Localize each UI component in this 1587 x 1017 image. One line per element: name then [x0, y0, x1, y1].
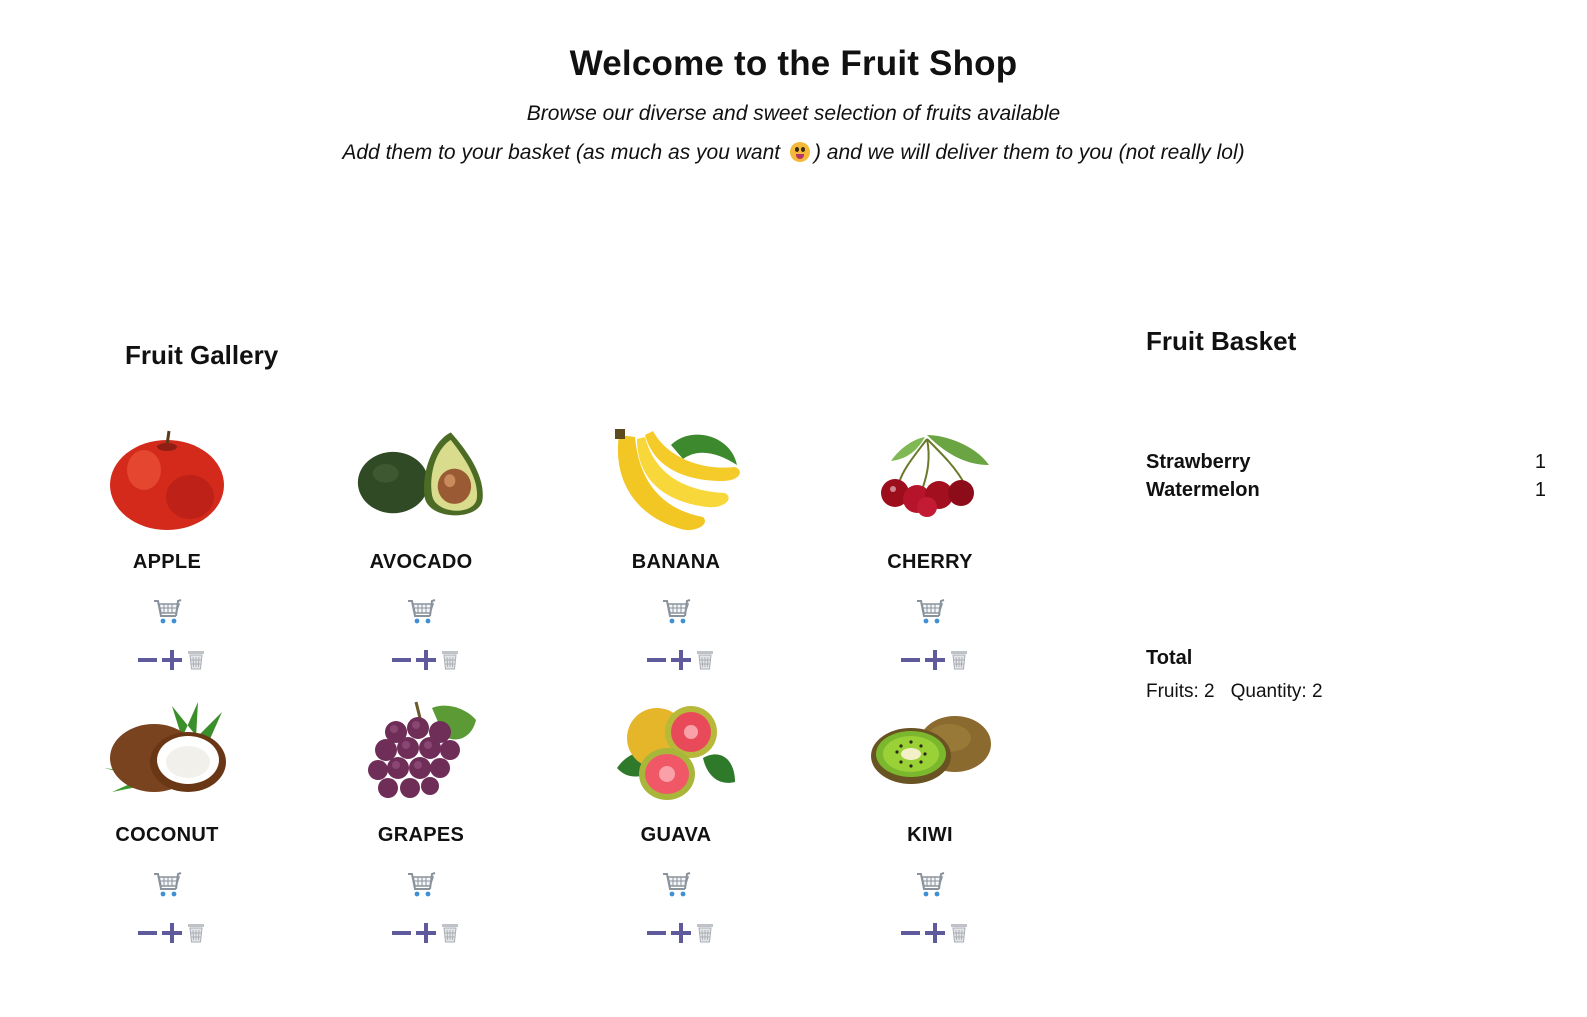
- basket-item-qty: 1: [1534, 451, 1546, 473]
- grinning-emoji-icon: [789, 142, 810, 162]
- increase-quantity-icon[interactable]: [925, 923, 945, 943]
- add-to-cart-icon[interactable]: [915, 598, 945, 626]
- increase-quantity-icon[interactable]: [416, 650, 436, 670]
- basket-item-name: Strawberry: [1146, 451, 1251, 473]
- decrease-quantity-icon[interactable]: [138, 658, 157, 662]
- decrease-quantity-icon[interactable]: [647, 658, 666, 662]
- increase-quantity-icon[interactable]: [925, 650, 945, 670]
- basket-title: Fruit Basket: [1146, 326, 1297, 356]
- add-to-cart-icon[interactable]: [406, 598, 436, 626]
- increase-quantity-icon[interactable]: [416, 923, 436, 943]
- guava-image: [611, 698, 741, 806]
- quantity-controls: [316, 648, 526, 672]
- add-to-cart-icon[interactable]: [152, 871, 182, 899]
- grapes-image: [356, 698, 486, 806]
- basket-item: Strawberry 1: [1146, 451, 1546, 474]
- increase-quantity-icon[interactable]: [671, 923, 691, 943]
- trash-icon[interactable]: [187, 650, 205, 670]
- trash-icon[interactable]: [441, 923, 459, 943]
- decrease-quantity-icon[interactable]: [901, 931, 920, 935]
- increase-quantity-icon[interactable]: [671, 650, 691, 670]
- quantity-controls: [62, 648, 272, 672]
- fruit-name: APPLE: [132, 551, 202, 573]
- gallery-title: Fruit Gallery: [125, 340, 279, 370]
- fruit-name: KIWI: [907, 824, 953, 846]
- quantity-controls: [571, 648, 781, 672]
- decrease-quantity-icon[interactable]: [392, 658, 411, 662]
- total-quantity: Quantity: 2: [1230, 681, 1323, 702]
- page-subtitle: Browse our diverse and sweet selection o…: [526, 102, 1061, 125]
- basket-item-name: Watermelon: [1146, 479, 1260, 501]
- add-to-cart-icon[interactable]: [661, 598, 691, 626]
- quantity-controls: [825, 921, 1035, 945]
- quantity-controls: [825, 648, 1035, 672]
- trash-icon[interactable]: [950, 650, 968, 670]
- increase-quantity-icon[interactable]: [162, 923, 182, 943]
- basket-item: Watermelon 1: [1146, 479, 1546, 502]
- tagline-end: ) and we will deliver them to you (not r…: [813, 141, 1245, 164]
- page-title: Welcome to the Fruit Shop: [569, 44, 1018, 83]
- total-fruits: Fruits: 2: [1146, 681, 1215, 702]
- fruit-name: BANANA: [631, 551, 721, 573]
- coconut-image: [102, 698, 232, 806]
- trash-icon[interactable]: [696, 650, 714, 670]
- add-to-cart-icon[interactable]: [406, 871, 436, 899]
- fruit-name: GUAVA: [640, 824, 712, 846]
- add-to-cart-icon[interactable]: [661, 871, 691, 899]
- decrease-quantity-icon[interactable]: [901, 658, 920, 662]
- fruit-name: CHERRY: [887, 551, 973, 573]
- total-label: Total: [1146, 647, 1193, 669]
- decrease-quantity-icon[interactable]: [647, 931, 666, 935]
- quantity-controls: [62, 921, 272, 945]
- add-to-cart-icon[interactable]: [152, 598, 182, 626]
- quantity-controls: [571, 921, 781, 945]
- banana-image: [611, 425, 741, 533]
- decrease-quantity-icon[interactable]: [392, 931, 411, 935]
- tagline-start: Add them to your basket (as much as you …: [342, 141, 781, 164]
- kiwi-image: [865, 698, 995, 806]
- apple-image: [102, 425, 232, 533]
- avocado-image: [356, 425, 486, 533]
- trash-icon[interactable]: [441, 650, 459, 670]
- fruit-name: COCONUT: [115, 824, 219, 846]
- quantity-controls: [316, 921, 526, 945]
- increase-quantity-icon[interactable]: [162, 650, 182, 670]
- fruit-name: AVOCADO: [369, 551, 473, 573]
- trash-icon[interactable]: [950, 923, 968, 943]
- trash-icon[interactable]: [187, 923, 205, 943]
- page-tagline: Add them to your basket (as much as you …: [0, 141, 1587, 165]
- fruit-name: GRAPES: [377, 824, 465, 846]
- decrease-quantity-icon[interactable]: [138, 931, 157, 935]
- basket-item-qty: 1: [1534, 479, 1546, 501]
- total-summary: Fruits: 2 Quantity: 2: [1146, 681, 1339, 703]
- add-to-cart-icon[interactable]: [915, 871, 945, 899]
- cherry-image: [865, 425, 995, 533]
- trash-icon[interactable]: [696, 923, 714, 943]
